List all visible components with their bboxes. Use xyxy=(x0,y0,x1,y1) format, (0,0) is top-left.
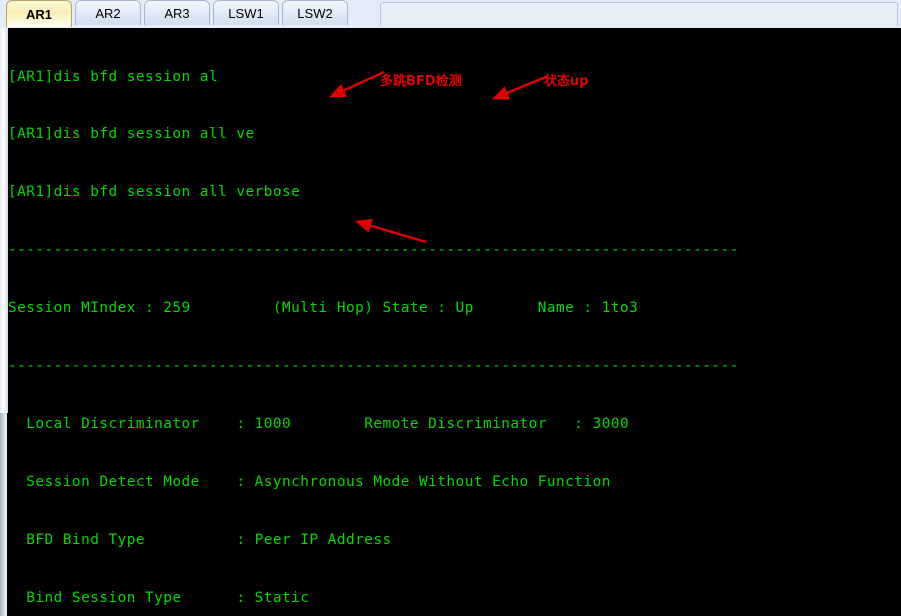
tab-lsw2-label: LSW2 xyxy=(297,5,333,21)
terminal-line: [AR1]dis bfd session all verbose xyxy=(8,184,301,201)
terminal-body[interactable]: [AR1]dis bfd session al [AR1]dis bfd ses… xyxy=(0,28,901,616)
terminal-line: Session Detect Mode : Asynchronous Mode … xyxy=(8,473,611,490)
tab-ar1-label: AR1 xyxy=(25,6,52,22)
terminal-scrollbar-thumb[interactable] xyxy=(0,28,8,413)
tab-ar3[interactable]: AR3 xyxy=(144,0,210,25)
terminal-window: AR1 AR2 AR3 LSW1 LSW2 [AR1]dis bfd sessi… xyxy=(0,0,901,616)
terminal-line: BFD Bind Type : Peer IP Address xyxy=(8,531,392,548)
terminal-line: [AR1]dis bfd session all ve xyxy=(8,126,255,143)
terminal-output[interactable]: [AR1]dis bfd session al [AR1]dis bfd ses… xyxy=(8,28,901,616)
terminal-line: [AR1]dis bfd session al xyxy=(8,68,219,85)
tab-lsw1[interactable]: LSW1 xyxy=(213,0,279,25)
tab-ar3-label: AR3 xyxy=(164,5,190,21)
terminal-line: Bind Session Type : Static xyxy=(8,589,310,606)
terminal-separator: ----------------------------------------… xyxy=(8,358,739,375)
terminal-scrollbar[interactable] xyxy=(0,28,8,616)
terminal-session-header: Session MIndex : 259 (Multi Hop) State :… xyxy=(8,300,639,317)
tab-lsw1-label: LSW1 xyxy=(228,5,264,21)
tab-lsw2[interactable]: LSW2 xyxy=(282,0,348,25)
terminal-line: Local Discriminator : 1000 Remote Discri… xyxy=(8,415,630,432)
terminal-separator: ----------------------------------------… xyxy=(8,242,739,259)
tab-ar2-label: AR2 xyxy=(95,5,121,21)
tab-ar1[interactable]: AR1 xyxy=(6,0,72,27)
device-tab-bar: AR1 AR2 AR3 LSW1 LSW2 xyxy=(0,0,901,28)
tab-bar-filler xyxy=(380,2,898,26)
tab-strip: AR1 AR2 AR3 LSW1 LSW2 xyxy=(0,0,351,28)
tab-ar2[interactable]: AR2 xyxy=(75,0,141,25)
